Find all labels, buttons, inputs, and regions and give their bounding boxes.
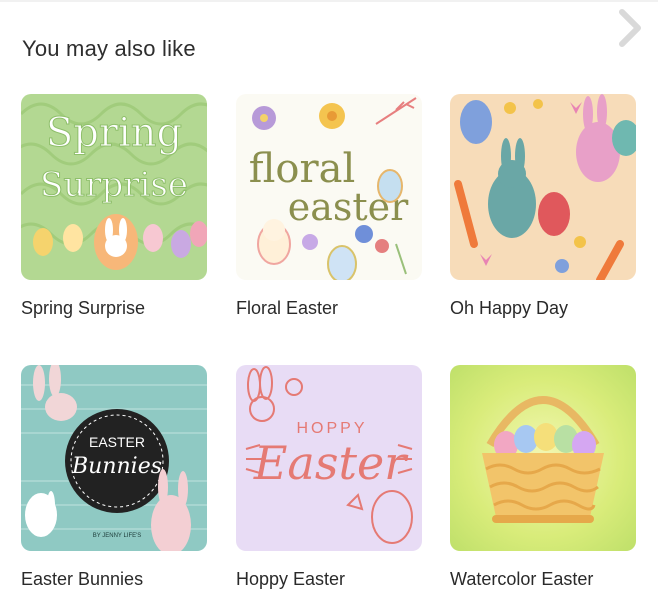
card-label[interactable]: Spring Surprise xyxy=(21,298,207,319)
card-label[interactable]: Watercolor Easter xyxy=(450,569,636,590)
art-text-bunnies: Bunnies xyxy=(71,454,162,479)
art-text-surprise: Surprise xyxy=(40,165,188,205)
product-card-floral-easter[interactable]: floral easter Floral Easter xyxy=(236,94,422,319)
art-text-easter-script: Easter xyxy=(253,436,409,490)
thumbnail-oh-happy-day[interactable] xyxy=(450,94,636,280)
chevron-right-icon[interactable] xyxy=(612,6,648,50)
art-text-spring: Spring xyxy=(46,110,182,156)
product-card-oh-happy-day[interactable]: Oh Happy Day xyxy=(450,94,636,319)
art-text-byline: BY JENNY LIFE'S xyxy=(93,533,142,539)
product-card-hoppy-easter[interactable]: HOPPY Easter Hoppy Easter xyxy=(236,365,422,590)
card-label[interactable]: Floral Easter xyxy=(236,298,422,319)
thumbnail-watercolor-easter[interactable] xyxy=(450,365,636,551)
section-title: You may also like xyxy=(22,36,196,61)
thumbnail-easter-bunnies[interactable]: EASTER Bunnies BY JENNY LIFE'S xyxy=(21,365,207,551)
thumbnail-spring-surprise[interactable]: Spring Surprise xyxy=(21,94,207,280)
art-text-hoppy: HOPPY xyxy=(296,420,367,437)
product-card-easter-bunnies[interactable]: EASTER Bunnies BY JENNY LIFE'S Easter Bu… xyxy=(21,365,207,590)
card-label[interactable]: Oh Happy Day xyxy=(450,298,636,319)
top-divider xyxy=(0,0,658,2)
card-label[interactable]: Easter Bunnies xyxy=(21,569,207,590)
thumbnail-floral-easter[interactable]: floral easter xyxy=(236,94,422,280)
art-text-easter-caps: EASTER xyxy=(89,434,145,450)
thumbnail-hoppy-easter[interactable]: HOPPY Easter xyxy=(236,365,422,551)
product-card-watercolor-easter[interactable]: Watercolor Easter xyxy=(450,365,636,590)
product-card-spring-surprise[interactable]: Spring Surprise Spring Surprise xyxy=(21,94,207,319)
card-label[interactable]: Hoppy Easter xyxy=(236,569,422,590)
